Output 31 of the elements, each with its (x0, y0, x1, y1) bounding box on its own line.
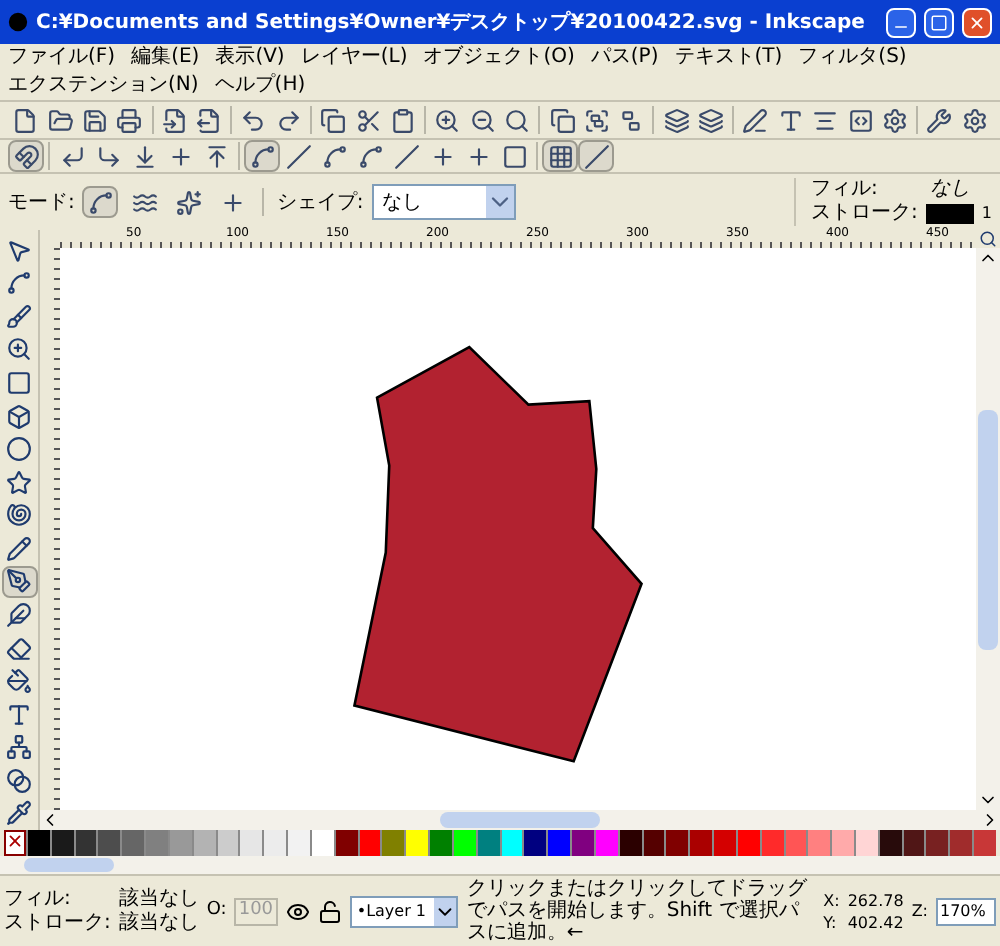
stroke-label: ストローク: (811, 200, 918, 226)
mode-label: モード: (8, 189, 75, 217)
menu-item[interactable]: 表示(V) (215, 44, 285, 72)
stroke-width: 1 (981, 201, 992, 225)
fill-label: フィル: (4, 887, 73, 911)
fill-label: フィル: (811, 178, 880, 200)
menu-item[interactable]: エクステンション(N) (8, 72, 199, 100)
shape-label: シェイプ: (276, 189, 364, 217)
menu-item[interactable]: テキスト(T) (674, 44, 783, 72)
fill-value: なし (927, 178, 972, 200)
opacity-label: O: (206, 897, 227, 924)
menu-item[interactable]: レイヤー(L) (300, 44, 408, 72)
shape-dropdown[interactable]: なし (371, 184, 516, 220)
menu-item[interactable]: フィルタ(S) (798, 44, 907, 72)
menu-item[interactable]: オブジェクト(O) (423, 44, 575, 72)
fill-value: 該当なし (118, 887, 199, 911)
stroke-value: 該当なし (118, 911, 199, 935)
x-label: X: (823, 889, 840, 911)
status-message: クリックまたはクリックしてドラッグでパスを開始します。Shift で選択パスに追加。← (466, 878, 809, 944)
y-coordinate: 402.42 (847, 911, 904, 933)
x-coordinate: 262.78 (847, 889, 904, 911)
menu-item[interactable]: パス(P) (590, 44, 659, 72)
menu-item[interactable]: 編集(E) (131, 44, 200, 72)
y-label: Y: (823, 911, 839, 933)
stroke-label: ストローク: (4, 911, 111, 935)
menu-item[interactable]: ファイル(F) (8, 44, 116, 72)
menu-item[interactable]: ヘルプ(H) (214, 72, 306, 100)
zoom-label: Z: (911, 899, 928, 923)
layer-dropdown[interactable]: •Layer 1 (350, 895, 459, 927)
window-title: C:¥Documents and Settings¥Owner¥デスクトップ¥20100422.svg - Inkscape (36, 8, 867, 37)
zoom-field[interactable]: 170% (936, 897, 996, 925)
